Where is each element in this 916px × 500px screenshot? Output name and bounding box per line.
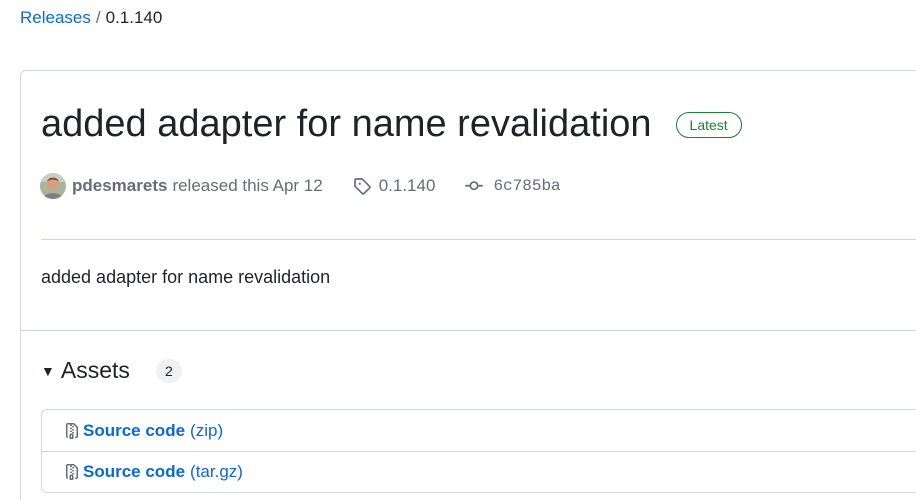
tag-label: 0.1.140	[378, 176, 436, 195]
breadcrumb-releases-link[interactable]: Releases	[20, 8, 91, 27]
latest-badge: Latest	[675, 112, 742, 138]
breadcrumb-current: 0.1.140	[105, 8, 163, 27]
release-notes: added adapter for name revalidation	[41, 267, 331, 287]
assets-count-badge: 2	[155, 358, 182, 383]
commit-hash: 6c785ba	[493, 177, 561, 195]
assets-title: Assets	[60, 357, 130, 383]
triangle-down-icon: ▼	[41, 362, 55, 379]
asset-name[interactable]: Source code	[83, 421, 185, 441]
author-link[interactable]: pdesmarets	[72, 176, 167, 196]
divider	[41, 239, 916, 240]
release-title[interactable]: added adapter for name revalidation	[41, 101, 652, 147]
git-commit-icon	[465, 181, 484, 191]
release-card: added adapter for name revalidation Late…	[20, 70, 916, 500]
released-date: released this Apr 12	[172, 176, 323, 195]
asset-row-zip[interactable]: Source code (zip)	[42, 410, 916, 451]
breadcrumb: Releases/0.1.140	[20, 8, 162, 28]
assets-toggle[interactable]: ▼ Assets 2	[41, 357, 182, 384]
tag-icon	[353, 178, 371, 195]
asset-row-targz[interactable]: Source code (tar.gz)	[42, 451, 916, 492]
release-title-row: added adapter for name revalidation Late…	[41, 101, 742, 147]
avatar[interactable]	[40, 173, 66, 199]
release-meta: pdesmarets released this Apr 12 0.1.140 …	[40, 173, 561, 199]
asset-extension: (zip)	[190, 420, 224, 440]
file-zip-icon	[66, 464, 78, 480]
breadcrumb-separator: /	[95, 8, 101, 27]
tag-link[interactable]: 0.1.140	[353, 176, 436, 196]
asset-name[interactable]: Source code	[83, 462, 185, 482]
commit-link[interactable]: 6c785ba	[465, 177, 561, 195]
divider	[21, 330, 916, 331]
asset-extension: (tar.gz)	[190, 462, 243, 481]
assets-list: Source code (zip) Source code (tar.gz)	[41, 409, 916, 493]
file-zip-icon	[66, 422, 78, 439]
